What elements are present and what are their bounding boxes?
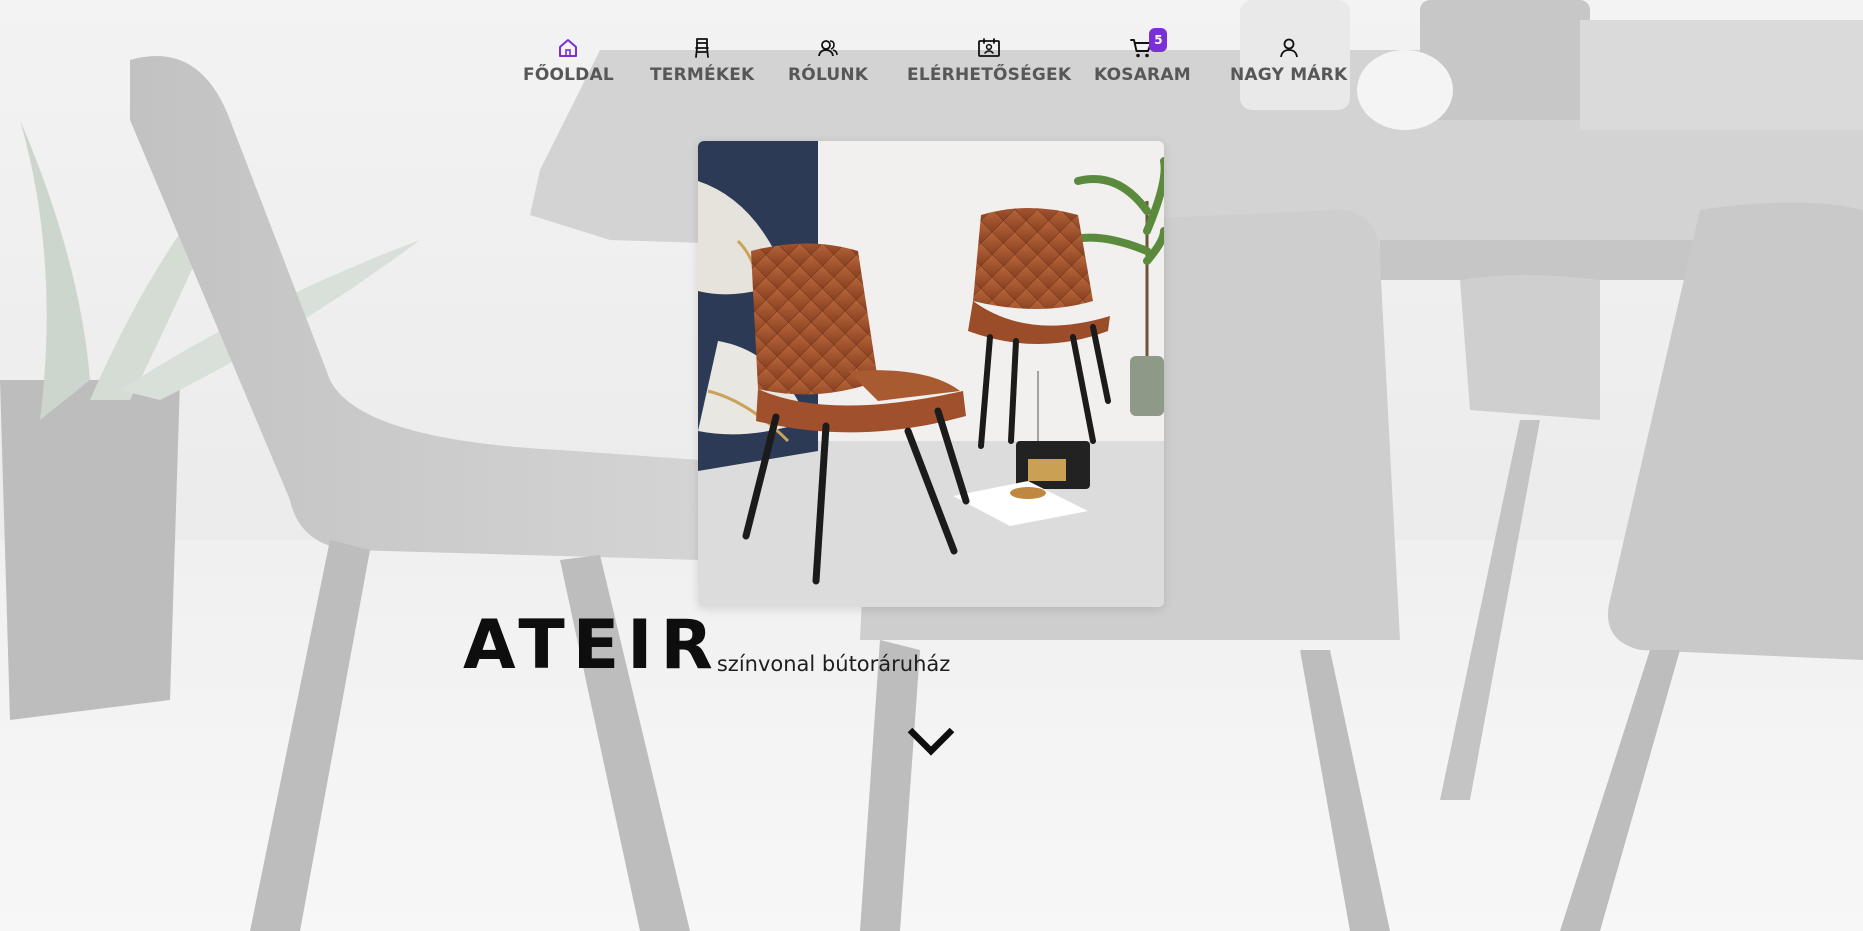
brand-lockup: ATEIR színvonal bútoráruház (463, 612, 950, 680)
hero-product-image (698, 141, 1164, 607)
nav-item-products[interactable]: TERMÉKEK (650, 36, 754, 85)
cart-icon: 5 (1130, 28, 1168, 60)
main-nav: FŐOLDAL TERMÉKEK RÓLUNK ELÉRHETŐSÉGEK 5 … (0, 28, 1863, 106)
nav-label-home: FŐOLDAL (523, 65, 614, 85)
chevron-down-icon (907, 727, 955, 756)
people-icon (816, 36, 840, 60)
cart-count-badge: 5 (1149, 28, 1168, 52)
nav-item-about[interactable]: RÓLUNK (788, 36, 868, 85)
nav-label-products: TERMÉKEK (650, 65, 755, 85)
nav-label-about: RÓLUNK (788, 65, 869, 85)
nav-label-account: NAGY MÁRK (1230, 65, 1348, 85)
contact-card-icon (977, 36, 1001, 60)
nav-item-cart[interactable]: 5 KOSARAM (1094, 28, 1191, 85)
nav-item-home[interactable]: FŐOLDAL (523, 36, 614, 85)
nav-label-cart: KOSARAM (1094, 65, 1191, 85)
nav-item-contact[interactable]: ELÉRHETŐSÉGEK (907, 36, 1071, 85)
brand-tagline: színvonal bútoráruház (716, 652, 951, 676)
user-icon (1277, 36, 1301, 60)
nav-item-account[interactable]: NAGY MÁRK (1230, 36, 1347, 85)
nav-label-contact: ELÉRHETŐSÉGEK (907, 65, 1072, 85)
home-icon (556, 36, 580, 60)
chair-icon (690, 36, 714, 60)
brand-name: ATEIR (463, 606, 721, 685)
scroll-down-button[interactable] (906, 724, 956, 758)
